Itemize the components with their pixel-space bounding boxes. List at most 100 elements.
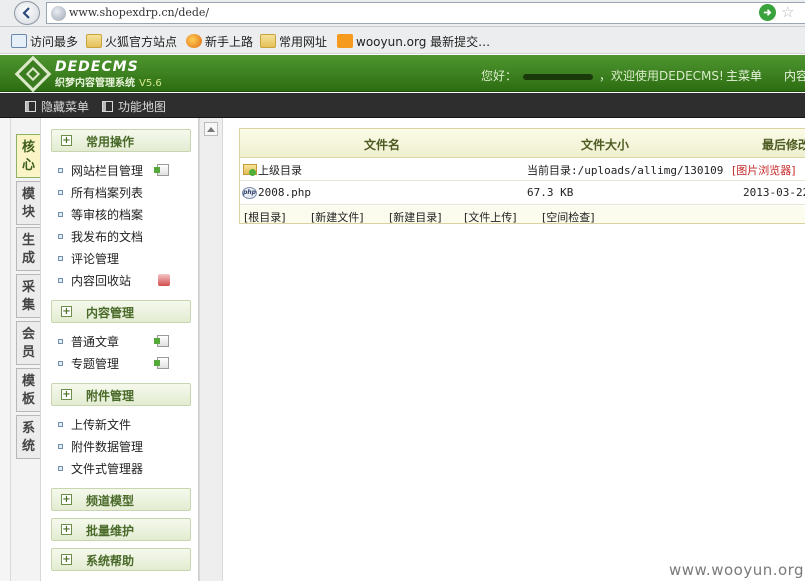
menu-item-pending-archives[interactable]: 等审核的档案 [58,206,143,222]
bullet-icon [58,167,63,173]
search-folder-icon [11,34,27,48]
bookmark-label: wooyun.org 最新提交… [356,34,491,49]
bullet-icon [58,277,63,283]
content-menu-link[interactable]: 内容 [784,67,805,84]
clear-icon[interactable] [158,274,170,286]
site-map-button[interactable]: 功能地图 [102,98,166,115]
tab-members[interactable]: 会员 [16,321,40,365]
scroll-up-icon[interactable] [204,122,218,136]
table-header: 文件名 文件大小 最后修改 [240,129,805,158]
menu-item-articles[interactable]: 普通文章 [58,333,119,349]
back-arrow-icon [22,7,30,19]
bullet-icon [58,338,63,344]
file-modified: 2013-03-22 [743,186,805,199]
dede-toolbar: 隐藏菜单 功能地图 [0,93,805,118]
parent-dir-link[interactable]: 上级目录 [258,162,302,178]
url-text: www.shopexdrp.cn/dede/ [69,6,210,19]
table-row-parent-dir[interactable]: 上级目录 当前目录:/uploads/allimg/130109 [图片浏览器] [240,158,805,181]
menu-item-attachment-data[interactable]: 附件数据管理 [58,438,143,454]
bookmark-label: 新手上路 [205,34,254,49]
main-menu-link[interactable]: 主菜单 [726,67,762,84]
tab-modules[interactable]: 模块 [16,181,40,225]
menu-item-all-archives[interactable]: 所有档案列表 [58,184,143,200]
tab-generate[interactable]: 生成 [16,227,40,271]
go-icon[interactable] [759,4,776,21]
menu-item-upload-file[interactable]: 上传新文件 [58,416,131,432]
menu-item-comments[interactable]: 评论管理 [58,250,119,266]
bullet-icon [58,233,63,239]
bookmark-most-visited[interactable]: 访问最多 [11,32,78,50]
tab-collect[interactable]: 采集 [16,274,40,318]
file-name-link[interactable]: 2008.php [258,186,311,199]
url-input[interactable]: www.shopexdrp.cn/dede/ ☆ [46,2,805,24]
rss-icon [337,34,353,48]
upload-file-link[interactable]: [文件上传] [464,209,517,223]
welcome-text: 您好： ，欢迎使用DEDECMS! [481,69,724,83]
bullet-icon [58,189,63,195]
sidebar-scrollbar[interactable] [199,118,223,581]
vertical-tabs: 核心 模块 生成 采集 会员 模板 系统 [11,118,41,581]
bookmark-wooyun[interactable]: wooyun.org 最新提交… [337,32,490,50]
bullet-icon [58,465,63,471]
hide-menu-button[interactable]: 隐藏菜单 [25,98,89,115]
column-file-size[interactable]: 文件大小 [581,136,629,153]
php-file-icon: php [242,187,257,199]
menu-item-recycle-bin[interactable]: 内容回收站 [58,272,131,288]
table-row[interactable]: php 2008.php 67.3 KB 2013-03-22 [240,182,805,205]
column-file-name[interactable]: 文件名 [364,136,400,153]
firefox-icon [186,34,202,48]
sidebar-toggle-icon [25,101,36,112]
bullet-icon [58,360,63,366]
bookmark-firefox-site[interactable]: 火狐官方站点 [86,32,177,50]
menu-item-file-manager[interactable]: 文件式管理器 [58,460,143,476]
expand-icon: + [61,554,72,565]
bullet-icon [58,443,63,449]
group-common-operations[interactable]: + 常用操作 [51,129,191,152]
current-directory: 当前目录:/uploads/allimg/130109 [527,164,724,177]
bookmark-common-sites[interactable]: 常用网址 [260,32,327,50]
main-content: 文件名 文件大小 最后修改 上级目录 当前目录:/uploads/allimg/… [224,118,805,581]
watermark-text: www.wooyun.org [669,561,805,579]
logo-title: DEDECMS [55,59,139,75]
grid-map-icon [102,101,113,112]
group-attachment-management[interactable]: + 附件管理 [51,383,191,406]
group-system-help[interactable]: + 系统帮助 [51,548,191,571]
bullet-icon [58,255,63,261]
tab-system[interactable]: 系统 [16,415,40,459]
group-batch-maintenance[interactable]: + 批量维护 [51,518,191,541]
bookmarks-bar: 访问最多 火狐官方站点 新手上路 常用网址 wooyun.org 最新提交… [0,27,805,54]
expand-icon: + [61,389,72,400]
expand-icon: + [61,135,72,146]
space-check-link[interactable]: [空间检查] [542,209,595,223]
tab-core[interactable]: 核心 [16,134,40,178]
bookmark-label: 常用网址 [279,34,328,49]
group-channel-models[interactable]: + 频道模型 [51,488,191,511]
new-file-link[interactable]: [新建文件] [311,209,364,223]
column-last-modified[interactable]: 最后修改 [762,136,805,153]
menu-item-column-manage[interactable]: 网站栏目管理 [58,162,143,178]
group-content-management[interactable]: + 内容管理 [51,300,191,323]
dede-header: DEDECMS 织梦内容管理系统 V5.6 您好： ，欢迎使用DEDECMS! 主菜… [0,55,805,93]
globe-icon [51,6,66,21]
folder-icon [86,34,102,48]
browser-address-bar: www.shopexdrp.cn/dede/ ☆ [0,0,805,27]
image-browser-link[interactable]: [图片浏览器] [732,162,796,178]
expand-icon: + [61,306,72,317]
tab-templates[interactable]: 模板 [16,368,40,412]
menu-item-topics[interactable]: 专题管理 [58,355,119,371]
new-dir-link[interactable]: [新建目录] [389,209,442,223]
parent-folder-icon [243,164,257,176]
add-icon[interactable] [154,357,169,369]
add-icon[interactable] [154,164,169,176]
add-icon[interactable] [154,335,169,347]
back-button[interactable] [14,1,40,25]
bookmark-star-icon[interactable]: ☆ [781,3,794,21]
menu-item-my-documents[interactable]: 我发布的文档 [58,228,143,244]
expand-icon: + [61,524,72,535]
logo-subtitle: 织梦内容管理系统 V5.6 [55,78,162,89]
file-size: 67.3 KB [527,186,574,199]
version-label: V5.6 [139,78,162,89]
expand-icon: + [61,494,72,505]
root-dir-link[interactable]: [根目录] [244,209,286,223]
bookmark-getting-started[interactable]: 新手上路 [186,32,253,50]
